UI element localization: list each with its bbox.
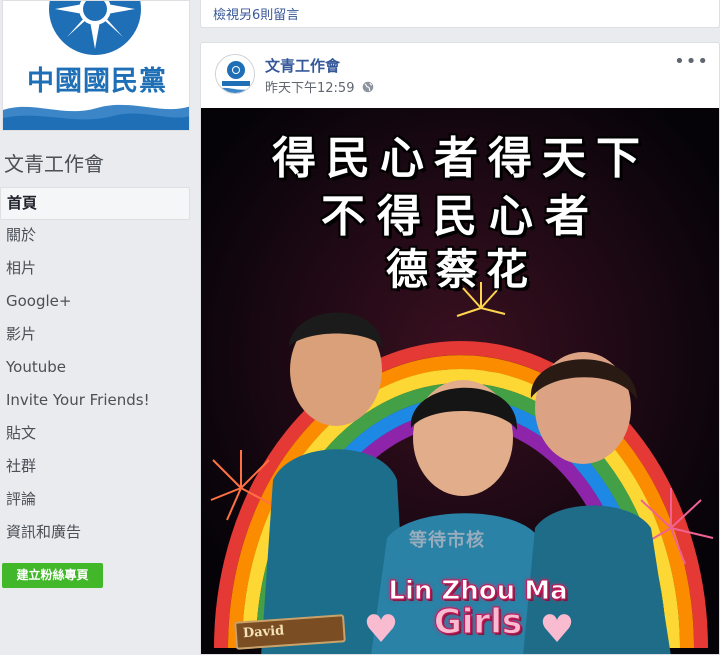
post-timestamp[interactable]: 昨天下午12:59 [265, 77, 374, 96]
create-page-button[interactable]: 建立粉絲專頁 [2, 563, 103, 588]
sidebar-item-videos[interactable]: 影片 [0, 319, 190, 352]
avatar[interactable] [215, 54, 255, 94]
more-horizontal-icon[interactable]: ••• [674, 51, 709, 72]
page-nav: 首頁 關於 相片 Google+ 影片 Youtube Invite Your … [0, 187, 190, 550]
sidebar-item-google-plus[interactable]: Google+ [0, 286, 190, 319]
image-logo-line-2: Girls [433, 602, 523, 643]
cover-party-name: 中國國民黨 [27, 66, 167, 97]
page-sidebar: 中國國民黨 文青工作會 首頁 關於 相片 Google+ 影片 Youtube … [0, 0, 192, 655]
feed-post: 文青工作會 昨天下午12:59 ••• 得民心者得天下 不得民心者 德蔡花 等待… [200, 42, 720, 655]
previous-post-comments: 檢視另6則留言 [200, 0, 720, 28]
sidebar-item-home[interactable]: 首頁 [0, 187, 190, 220]
kmt-sun-logo-icon [49, 1, 141, 55]
sidebar-item-posts[interactable]: 貼文 [0, 418, 190, 451]
view-more-comments-link[interactable]: 檢視另6則留言 [213, 4, 299, 23]
profile-cover-image[interactable]: 中國國民黨 [2, 0, 190, 131]
kmt-avatar-logo-icon [216, 55, 254, 93]
post-author-name[interactable]: 文青工作會 [265, 55, 340, 76]
page-name[interactable]: 文青工作會 [4, 148, 104, 177]
cover-wave-decoration [3, 104, 189, 130]
sidebar-item-invite-friends[interactable]: Invite Your Friends! [0, 385, 190, 418]
post-time-text[interactable]: 昨天下午12:59 [265, 81, 354, 96]
globe-icon [362, 81, 373, 93]
sidebar-item-youtube[interactable]: Youtube [0, 352, 190, 385]
sidebar-item-photos[interactable]: 相片 [0, 253, 190, 286]
image-logo-text: Lin Zhou Ma Girls [383, 576, 573, 643]
sidebar-item-about[interactable]: 關於 [0, 220, 190, 253]
sidebar-item-info-ads[interactable]: 資訊和廣告 [0, 517, 190, 550]
sidebar-item-reviews[interactable]: 評論 [0, 484, 190, 517]
sidebar-item-community[interactable]: 社群 [0, 451, 190, 484]
meme-caption-line-1: 得民心者得天下 [271, 132, 650, 185]
meme-caption-line-3: 德蔡花 [385, 244, 536, 295]
image-stamp-text: 等待市核 [409, 530, 485, 551]
meme-caption-line-2: 不得民心者 [320, 190, 601, 243]
post-image[interactable]: 得民心者得天下 不得民心者 德蔡花 等待市核 Lin Zhou Ma Girls… [201, 108, 719, 654]
